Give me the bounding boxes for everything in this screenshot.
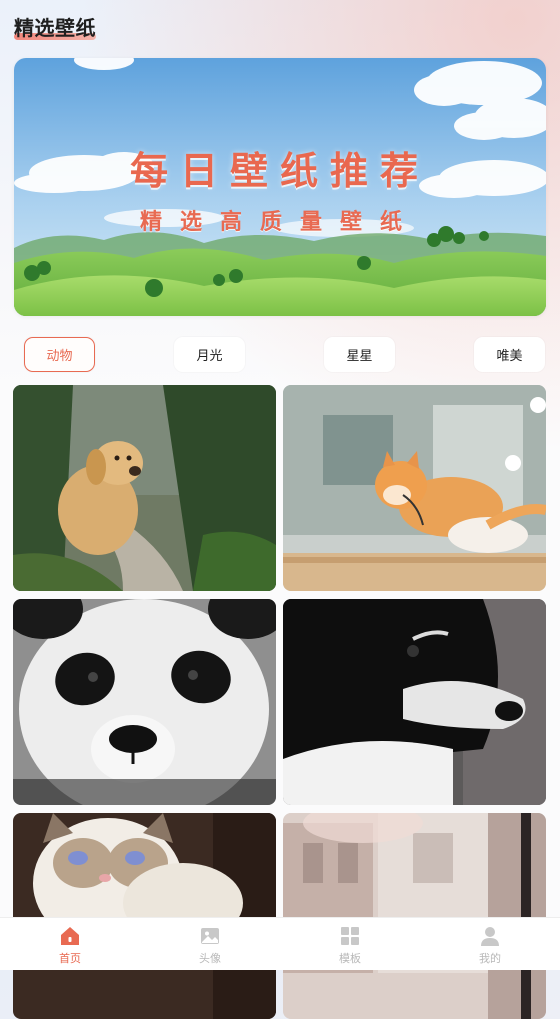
bottom-navigation: 首页 头像 模板 我的 [0,917,560,970]
grid-icon [341,927,359,945]
wallpaper-card[interactable] [283,813,546,1019]
nav-label-avatar: 头像 [199,952,221,965]
nav-item-home[interactable]: 首页 [0,918,140,970]
nav-item-templates[interactable]: 模板 [280,918,420,970]
wallpaper-card[interactable] [13,599,276,805]
page-title: 精选壁纸 [14,16,96,40]
panda-image [13,599,276,805]
app-screen: 精选壁纸 每日壁纸推荐 精选高质量壁纸 动物 月光 星星 唯美 首页 头像 模板… [0,0,560,1019]
nav-label-templates: 模板 [339,952,361,965]
category-tab-moonlight[interactable]: 月光 [174,337,245,372]
wallpaper-card[interactable] [13,813,276,1019]
wallpaper-card[interactable] [13,385,276,591]
category-tabs: 动物 月光 星星 唯美 [0,337,560,373]
category-tab-animals[interactable]: 动物 [24,337,95,372]
home-icon [61,927,79,945]
nav-item-avatar[interactable]: 头像 [140,918,280,970]
nav-label-profile: 我的 [479,952,501,965]
nav-label-home: 首页 [59,952,81,965]
user-icon [481,927,499,946]
category-tab-stars[interactable]: 星星 [324,337,395,372]
ragdoll-cat-image [13,813,276,1019]
daily-wallpaper-banner[interactable]: 每日壁纸推荐 精选高质量壁纸 [14,58,546,316]
page-header: 精选壁纸 [14,12,96,42]
category-tab-aesthetic[interactable]: 唯美 [474,337,545,372]
banner-subtitle: 精选高质量壁纸 [139,210,420,235]
image-icon [201,928,219,944]
golden-retriever-image [13,385,276,591]
blurred-street-image [283,813,546,1019]
kitten-image [283,385,546,591]
banner-title: 每日壁纸推荐 [129,149,430,193]
nav-item-profile[interactable]: 我的 [420,918,560,970]
wallpaper-card[interactable] [283,385,546,591]
wallpaper-card[interactable] [283,599,546,805]
border-collie-image [283,599,546,805]
